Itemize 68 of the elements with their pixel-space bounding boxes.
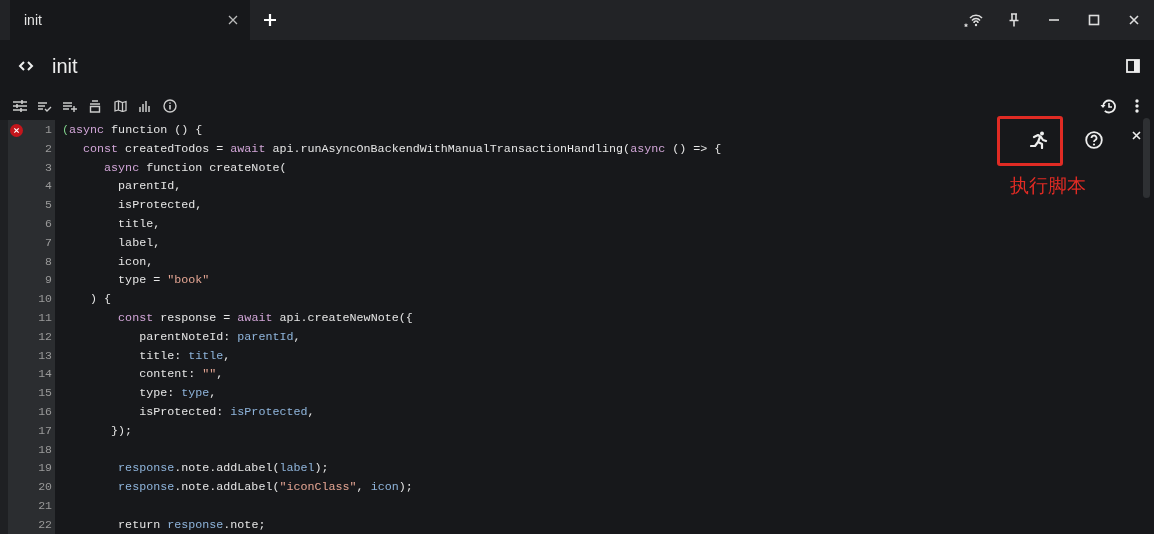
line-number: 4 <box>45 179 52 193</box>
close-icon[interactable] <box>1131 130 1141 140</box>
tab[interactable]: init <box>10 0 250 40</box>
scrollbar-thumb[interactable] <box>1143 118 1150 198</box>
pin-icon[interactable] <box>1008 13 1020 27</box>
running-person-icon <box>1030 131 1048 149</box>
code-line: response.note.addLabel("iconClass", icon); <box>117 480 413 495</box>
print-icon[interactable] <box>89 99 101 113</box>
close-icon[interactable] <box>1128 14 1140 26</box>
code-line: async function createNote( <box>103 160 287 175</box>
line-number: 3 <box>45 160 52 174</box>
code-line: type = "book" <box>117 273 210 288</box>
list-check-icon[interactable] <box>38 100 52 112</box>
maximize-icon[interactable] <box>1088 14 1100 26</box>
line-number: 15 <box>38 386 52 400</box>
annotation-label: 执行脚本 <box>1010 174 1086 198</box>
line-number: 14 <box>38 367 52 381</box>
history-icon[interactable] <box>1100 98 1116 114</box>
bar-chart-icon[interactable] <box>139 100 151 112</box>
highlight-frame <box>997 116 1063 166</box>
code-icon <box>18 60 34 72</box>
line-number: 6 <box>45 217 52 230</box>
info-icon[interactable] <box>163 99 177 113</box>
line-number: 16 <box>38 404 52 418</box>
new-tab-icon[interactable] <box>263 13 277 27</box>
line-number: 11 <box>38 310 52 324</box>
line-number: 10 <box>38 292 52 306</box>
line-number: 13 <box>38 348 52 362</box>
line-number: 21 <box>38 498 52 512</box>
close-tab-icon[interactable] <box>228 15 238 25</box>
code-line: type: type, <box>138 386 217 401</box>
line-number: 8 <box>45 254 52 268</box>
code-line: const createdTodos = await api.runAsyncOnBackendWithManualTransactionHandling(async () => { <box>82 141 722 156</box>
line-number: 19 <box>38 461 52 475</box>
code-line: content: "", <box>138 367 224 382</box>
line-number: 17 <box>38 423 52 437</box>
code-line: (async function () { <box>62 123 203 137</box>
code-line: ) { <box>89 292 112 307</box>
code-line: }); <box>110 423 133 438</box>
code-line: isProtected: isProtected, <box>138 404 315 419</box>
line-number: 22 <box>38 517 52 531</box>
line-number: 2 <box>45 141 52 155</box>
line-number: 18 <box>38 442 52 456</box>
line-number: 9 <box>45 273 52 287</box>
code-line: label, <box>117 235 161 250</box>
line-number: 5 <box>45 198 52 212</box>
code-line: title: title, <box>138 348 231 363</box>
code-line: response.note.addLabel(label); <box>117 461 329 476</box>
note-title: init <box>52 54 78 79</box>
code-line: title, <box>117 217 161 231</box>
line-number: 20 <box>38 480 52 494</box>
tab-label: init <box>24 10 43 30</box>
wifi-icon[interactable] <box>964 12 984 28</box>
help-icon[interactable] <box>1085 131 1103 149</box>
more-menu-icon[interactable] <box>1135 99 1139 113</box>
code-line: parentId, <box>117 179 182 194</box>
line-number: 1 <box>45 123 52 136</box>
line-number: 7 <box>45 235 52 249</box>
map-icon[interactable] <box>113 100 127 112</box>
settings-sliders-icon[interactable] <box>13 100 27 112</box>
code-line: icon, <box>117 254 154 269</box>
code-line: isProtected, <box>117 198 203 213</box>
code-line: parentNoteId: parentId, <box>138 329 301 344</box>
code-line: return response.note; <box>117 517 266 532</box>
list-add-icon[interactable] <box>63 100 77 112</box>
line-number: 12 <box>38 329 52 343</box>
sidebar-toggle-icon[interactable] <box>1126 59 1140 73</box>
code-line: const response = await api.createNewNote({ <box>117 310 413 325</box>
